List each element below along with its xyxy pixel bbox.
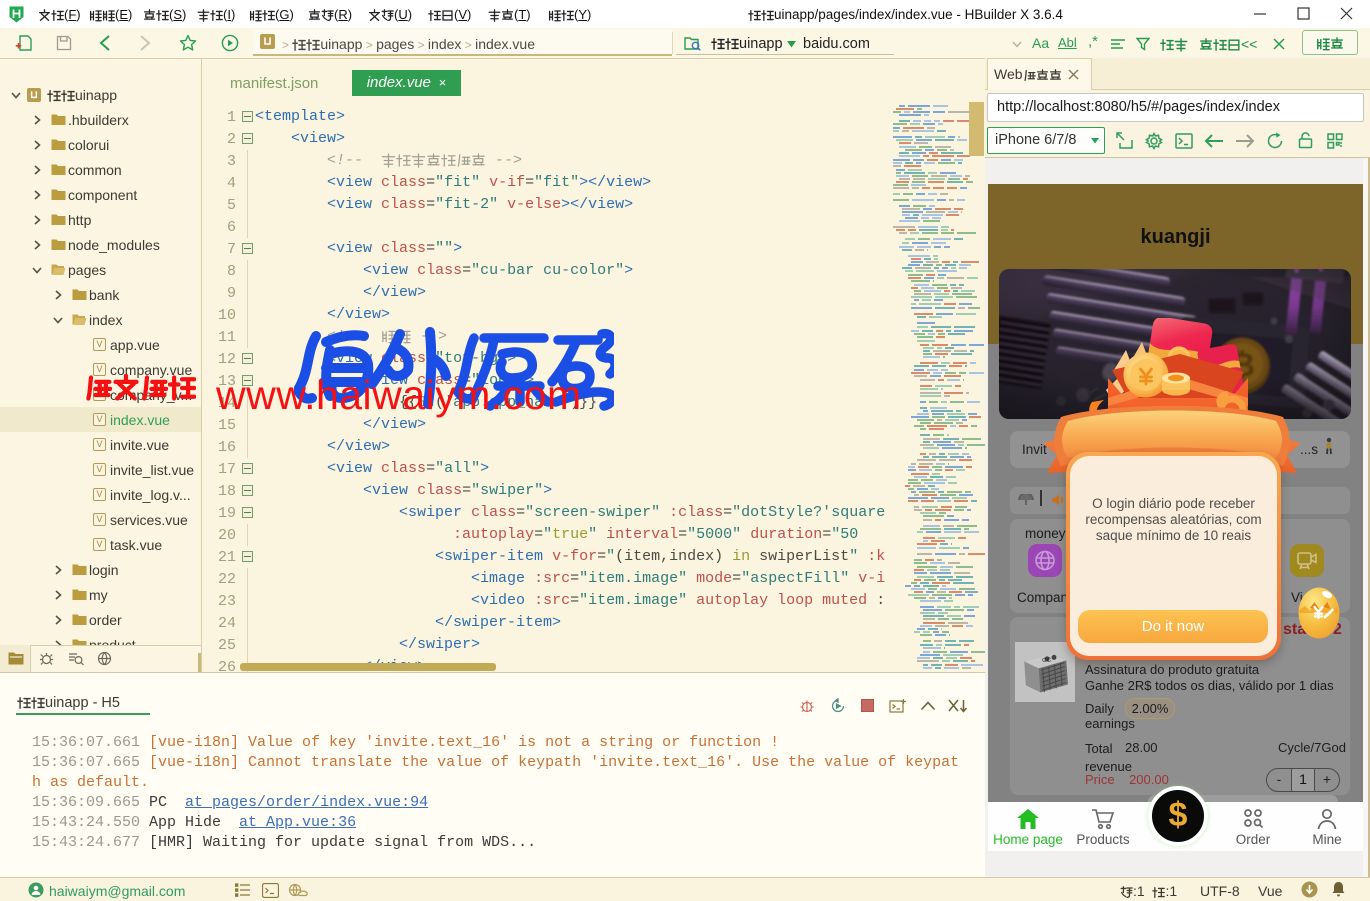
svg-text:GC: GC xyxy=(1042,657,1052,664)
